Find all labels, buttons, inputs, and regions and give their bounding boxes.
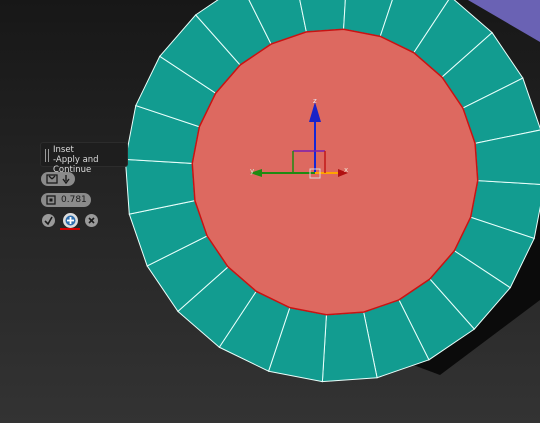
inset-amount-field[interactable]: 0.781 bbox=[41, 193, 91, 207]
drag-grip-icon[interactable] bbox=[45, 149, 49, 162]
apply-and-continue-button[interactable] bbox=[63, 213, 78, 228]
cancel-button[interactable] bbox=[85, 214, 98, 227]
inset-amount-icon bbox=[46, 195, 56, 205]
arrow-icon[interactable] bbox=[61, 174, 71, 184]
tooltip-title: Inset bbox=[53, 145, 74, 155]
z-axis-label: z bbox=[313, 97, 317, 105]
x-axis-label: x bbox=[344, 166, 348, 174]
inset-mode-toggle[interactable] bbox=[41, 172, 75, 186]
plus-icon bbox=[65, 215, 76, 226]
inset-tooltip: Inset -Apply and Continue bbox=[40, 142, 128, 175]
x-icon bbox=[88, 217, 95, 224]
viewport-3d[interactable]: z y x bbox=[0, 0, 540, 423]
mirror-vertex-icon[interactable] bbox=[46, 174, 58, 184]
inset-amount-value[interactable]: 0.781 bbox=[61, 193, 87, 207]
check-icon bbox=[44, 216, 53, 226]
active-underline bbox=[60, 228, 80, 230]
y-axis-label: y bbox=[250, 167, 254, 175]
ok-button[interactable] bbox=[42, 214, 55, 227]
